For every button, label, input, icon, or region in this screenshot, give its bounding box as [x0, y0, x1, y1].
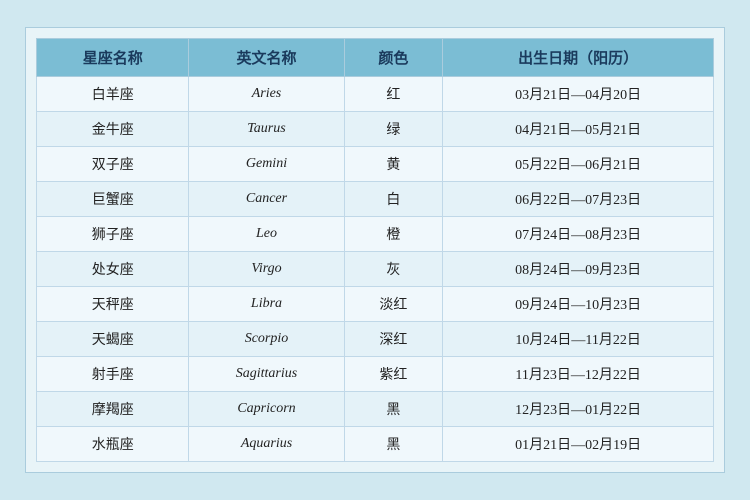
- cell-color: 橙: [344, 217, 443, 252]
- zodiac-table-container: 星座名称 英文名称 颜色 出生日期（阳历） 白羊座Aries红03月21日—04…: [25, 27, 725, 473]
- table-row: 水瓶座Aquarius黑01月21日—02月19日: [37, 427, 714, 462]
- col-header-color: 颜色: [344, 39, 443, 77]
- cell-dates: 06月22日—07月23日: [443, 182, 714, 217]
- cell-dates: 05月22日—06月21日: [443, 147, 714, 182]
- cell-chinese: 双子座: [37, 147, 189, 182]
- col-header-english: 英文名称: [189, 39, 344, 77]
- table-row: 摩羯座Capricorn黑12月23日—01月22日: [37, 392, 714, 427]
- table-row: 金牛座Taurus绿04月21日—05月21日: [37, 112, 714, 147]
- cell-color: 灰: [344, 252, 443, 287]
- col-header-chinese: 星座名称: [37, 39, 189, 77]
- zodiac-table: 星座名称 英文名称 颜色 出生日期（阳历） 白羊座Aries红03月21日—04…: [36, 38, 714, 462]
- cell-chinese: 巨蟹座: [37, 182, 189, 217]
- table-row: 巨蟹座Cancer白06月22日—07月23日: [37, 182, 714, 217]
- cell-english: Aquarius: [189, 427, 344, 462]
- cell-english: Aries: [189, 77, 344, 112]
- cell-dates: 04月21日—05月21日: [443, 112, 714, 147]
- table-row: 狮子座Leo橙07月24日—08月23日: [37, 217, 714, 252]
- col-header-dates: 出生日期（阳历）: [443, 39, 714, 77]
- cell-dates: 08月24日—09月23日: [443, 252, 714, 287]
- cell-chinese: 金牛座: [37, 112, 189, 147]
- cell-english: Cancer: [189, 182, 344, 217]
- cell-english: Scorpio: [189, 322, 344, 357]
- cell-color: 淡红: [344, 287, 443, 322]
- cell-color: 绿: [344, 112, 443, 147]
- cell-english: Leo: [189, 217, 344, 252]
- table-row: 天蝎座Scorpio深红10月24日—11月22日: [37, 322, 714, 357]
- cell-chinese: 白羊座: [37, 77, 189, 112]
- cell-english: Libra: [189, 287, 344, 322]
- cell-dates: 01月21日—02月19日: [443, 427, 714, 462]
- cell-english: Gemini: [189, 147, 344, 182]
- cell-english: Virgo: [189, 252, 344, 287]
- cell-dates: 11月23日—12月22日: [443, 357, 714, 392]
- cell-chinese: 水瓶座: [37, 427, 189, 462]
- cell-chinese: 天秤座: [37, 287, 189, 322]
- cell-color: 深红: [344, 322, 443, 357]
- cell-color: 紫红: [344, 357, 443, 392]
- cell-dates: 03月21日—04月20日: [443, 77, 714, 112]
- cell-color: 黑: [344, 427, 443, 462]
- cell-english: Capricorn: [189, 392, 344, 427]
- cell-dates: 12月23日—01月22日: [443, 392, 714, 427]
- cell-color: 黄: [344, 147, 443, 182]
- table-body: 白羊座Aries红03月21日—04月20日金牛座Taurus绿04月21日—0…: [37, 77, 714, 462]
- table-row: 双子座Gemini黄05月22日—06月21日: [37, 147, 714, 182]
- cell-chinese: 摩羯座: [37, 392, 189, 427]
- table-row: 白羊座Aries红03月21日—04月20日: [37, 77, 714, 112]
- cell-color: 白: [344, 182, 443, 217]
- cell-chinese: 射手座: [37, 357, 189, 392]
- cell-english: Taurus: [189, 112, 344, 147]
- cell-english: Sagittarius: [189, 357, 344, 392]
- cell-color: 红: [344, 77, 443, 112]
- table-row: 射手座Sagittarius紫红11月23日—12月22日: [37, 357, 714, 392]
- table-row: 处女座Virgo灰08月24日—09月23日: [37, 252, 714, 287]
- cell-dates: 07月24日—08月23日: [443, 217, 714, 252]
- cell-dates: 09月24日—10月23日: [443, 287, 714, 322]
- table-header-row: 星座名称 英文名称 颜色 出生日期（阳历）: [37, 39, 714, 77]
- table-row: 天秤座Libra淡红09月24日—10月23日: [37, 287, 714, 322]
- cell-dates: 10月24日—11月22日: [443, 322, 714, 357]
- cell-chinese: 狮子座: [37, 217, 189, 252]
- cell-color: 黑: [344, 392, 443, 427]
- cell-chinese: 天蝎座: [37, 322, 189, 357]
- cell-chinese: 处女座: [37, 252, 189, 287]
